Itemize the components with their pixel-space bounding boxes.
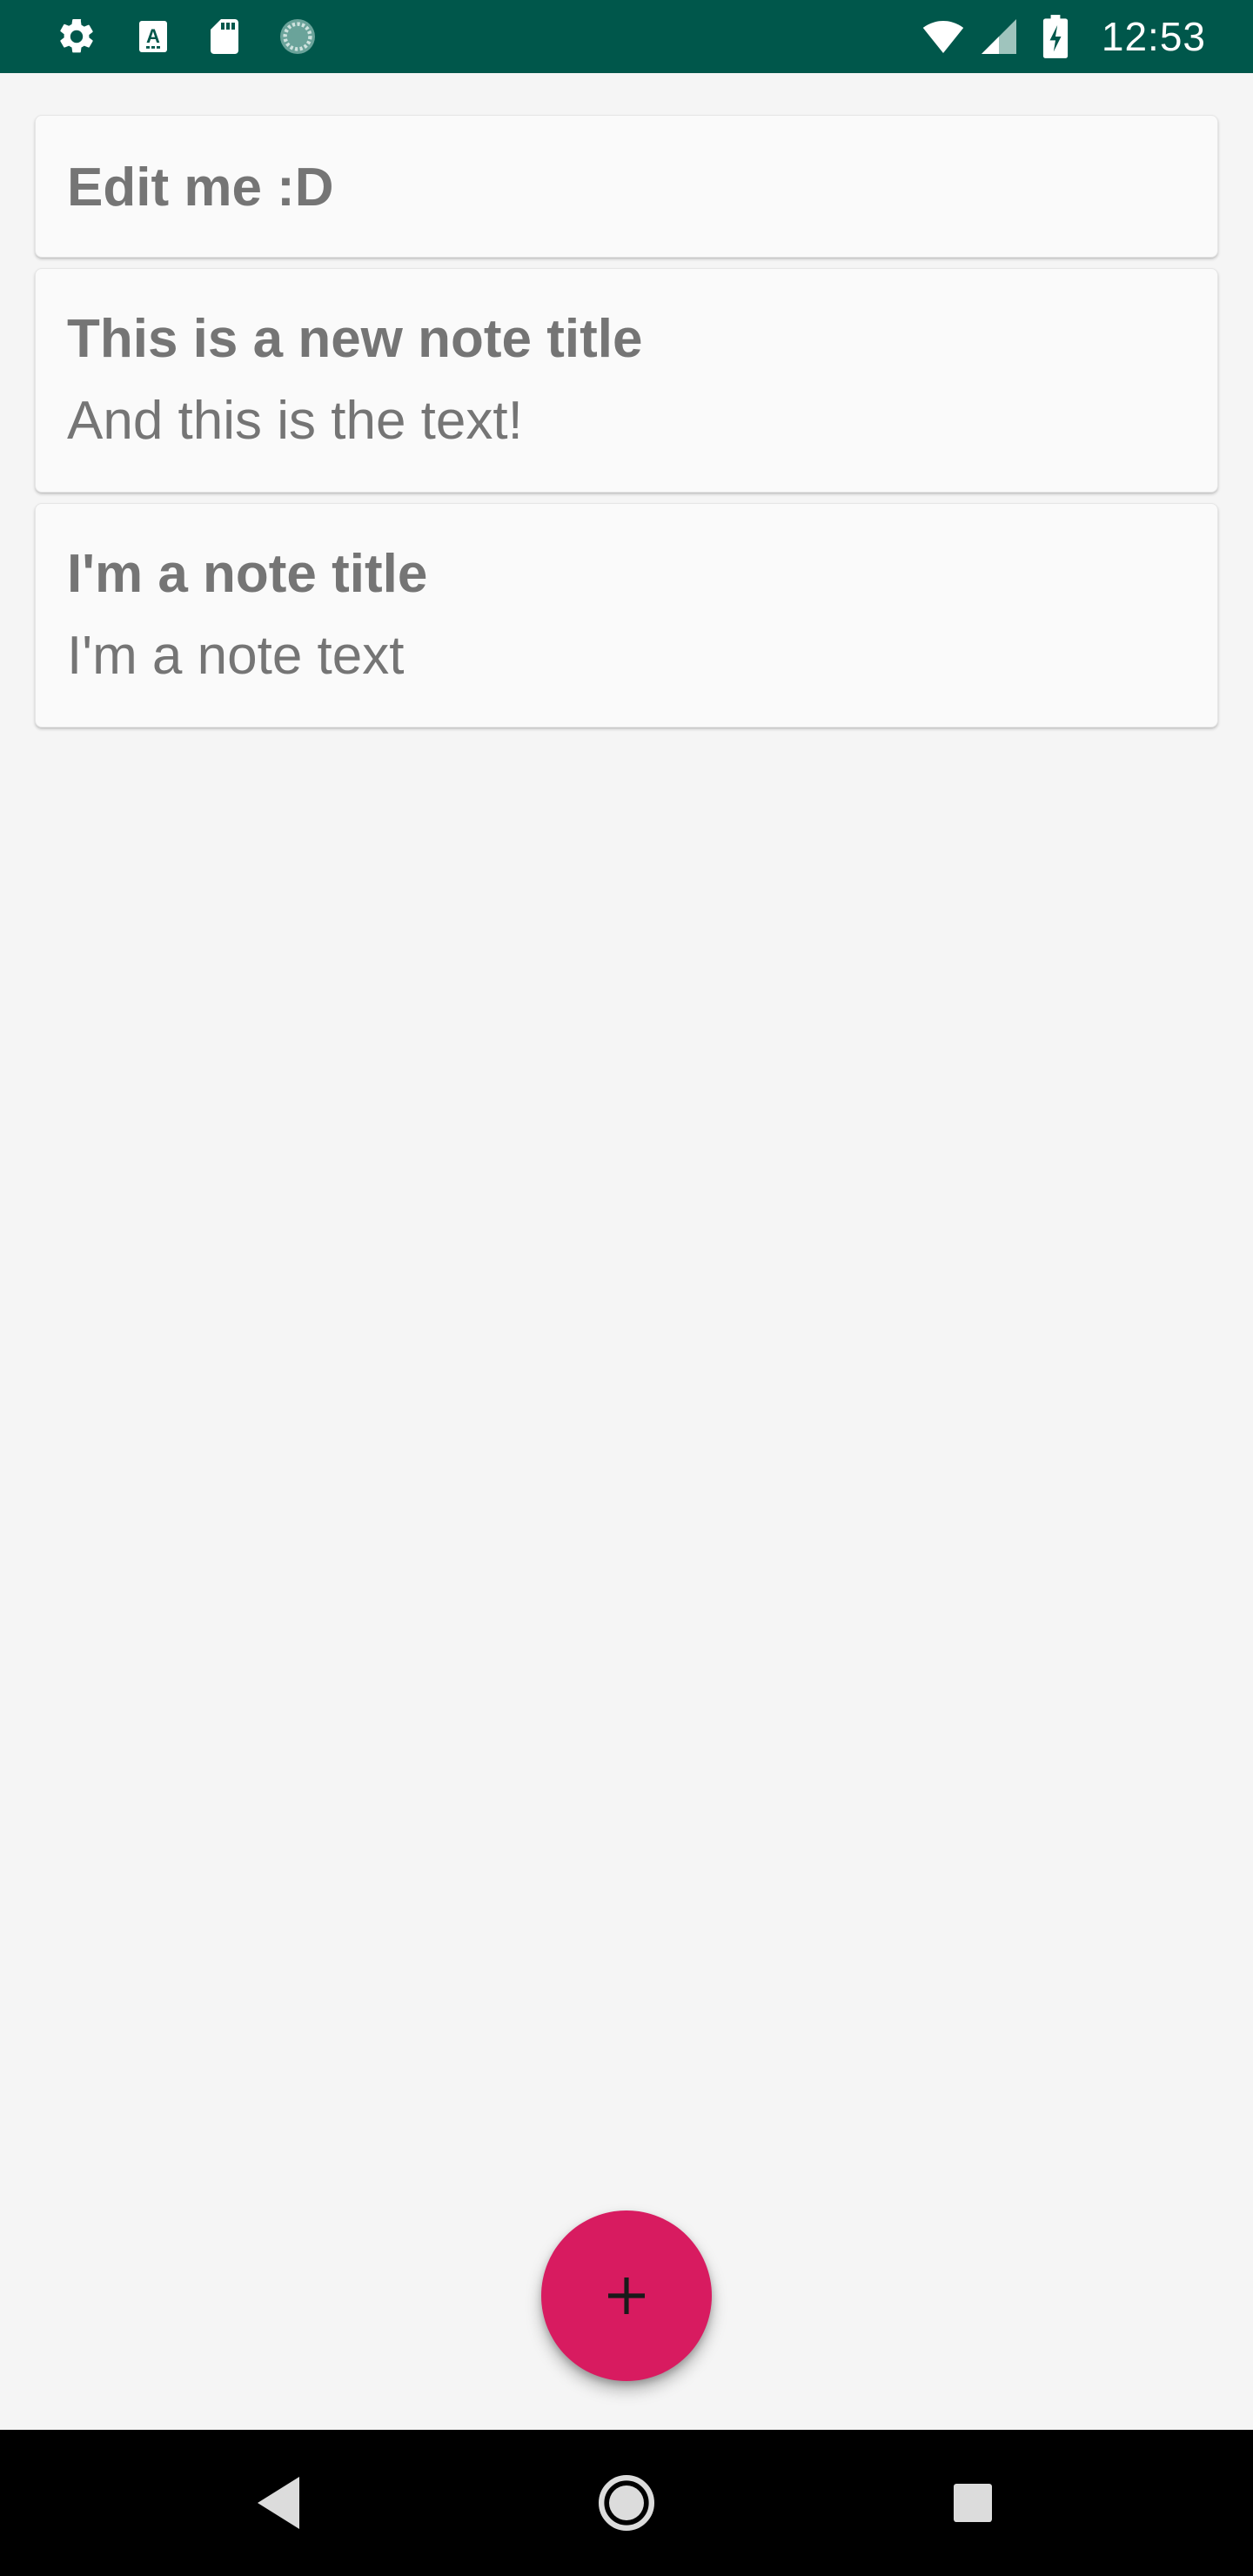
text-a-icon: A xyxy=(132,16,174,57)
sync-progress-icon xyxy=(277,16,318,57)
note-card[interactable]: Edit me :D xyxy=(35,115,1218,258)
svg-text:A: A xyxy=(146,25,160,47)
add-note-button[interactable] xyxy=(541,2210,712,2381)
back-icon xyxy=(258,2477,299,2529)
status-bar: A 12:53 xyxy=(0,0,1253,73)
note-title: I'm a note title xyxy=(67,544,428,604)
wifi-icon xyxy=(917,16,969,57)
note-card[interactable]: I'm a note title I'm a note text xyxy=(35,503,1218,728)
plus-icon xyxy=(608,2277,645,2314)
recents-button[interactable] xyxy=(931,2461,1015,2545)
battery-charging-icon xyxy=(1041,15,1070,58)
note-title: Edit me :D xyxy=(67,158,334,218)
home-button[interactable] xyxy=(585,2461,668,2545)
note-title: This is a new note title xyxy=(67,309,643,369)
note-card[interactable]: This is a new note title And this is the… xyxy=(35,268,1218,493)
back-button[interactable] xyxy=(237,2461,320,2545)
sd-card-icon xyxy=(204,16,245,57)
recents-icon xyxy=(954,2484,992,2522)
home-icon xyxy=(599,2475,654,2531)
note-text: I'm a note text xyxy=(67,626,405,686)
navigation-bar xyxy=(0,2430,1253,2576)
cell-signal-icon xyxy=(978,16,1020,57)
settings-icon xyxy=(56,16,97,57)
note-text: And this is the text! xyxy=(67,391,523,451)
notes-list: Edit me :D This is a new note title And … xyxy=(35,115,1218,738)
status-clock: 12:53 xyxy=(1101,14,1206,59)
